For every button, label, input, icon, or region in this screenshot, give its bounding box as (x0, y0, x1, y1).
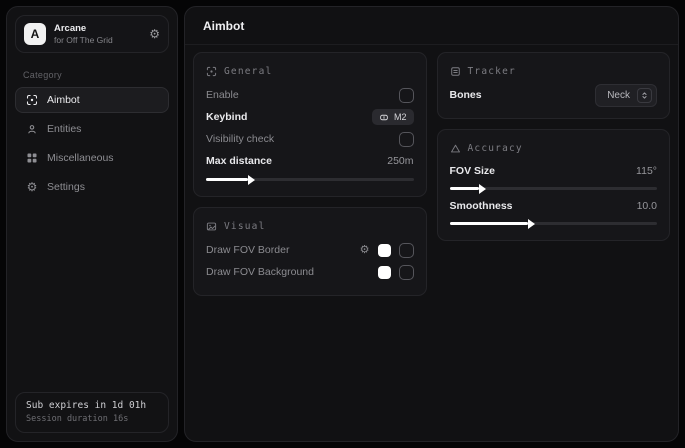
app-subtitle: for Off The Grid (54, 35, 113, 45)
keybind-label: Keybind (206, 111, 247, 123)
gear-icon: ⚙ (26, 181, 38, 193)
chevron-up-down-icon (637, 88, 652, 103)
app-title: Arcane (54, 23, 113, 34)
smoothness-label: Smoothness (450, 200, 513, 212)
smoothness-value: 10.0 (637, 200, 657, 212)
smoothness-slider[interactable] (450, 222, 658, 225)
max-distance-label: Max distance (206, 155, 272, 167)
subscription-status-box: Sub expires in 1d 01h Session duration 1… (15, 392, 169, 433)
accuracy-card-title: Accuracy (468, 143, 523, 154)
enable-checkbox[interactable] (399, 88, 414, 103)
list-box-icon (450, 66, 461, 77)
sidebar-nav: Aimbot Entities (7, 87, 177, 200)
sidebar: A Arcane for Off The Grid ⚙ Category Aim… (6, 6, 178, 442)
sidebar-item-label: Miscellaneous (47, 152, 114, 164)
sidebar-item-entities[interactable]: Entities (15, 116, 169, 142)
sub-expiry-text: Sub expires in 1d 01h (26, 400, 158, 411)
app-logo: A (24, 23, 46, 45)
bones-select[interactable]: Neck (595, 84, 657, 107)
person-scan-icon (26, 123, 38, 135)
general-card: General Enable Keybind (193, 52, 427, 197)
sidebar-item-label: Aimbot (47, 94, 80, 106)
crosshair-icon (206, 66, 217, 77)
enable-label: Enable (206, 89, 239, 101)
fov-size-row: FOV Size 115° (450, 161, 658, 181)
tracker-card-title: Tracker (468, 66, 516, 77)
fov-border-label: Draw FOV Border (206, 244, 289, 256)
smoothness-slider-fill (450, 222, 529, 225)
bones-label: Bones (450, 89, 482, 101)
tracker-card-header: Tracker (450, 62, 658, 80)
bones-row: Bones Neck (450, 84, 658, 106)
visibility-check-checkbox[interactable] (399, 132, 414, 147)
fov-background-checkbox[interactable] (399, 265, 414, 280)
fov-border-color-swatch[interactable] (378, 244, 391, 257)
max-distance-slider[interactable] (206, 178, 414, 181)
page-title: Aimbot (203, 19, 244, 33)
crosshair-icon (26, 94, 38, 106)
fov-border-row: Draw FOV Border ⚙ (206, 239, 414, 261)
main-header: Aimbot (185, 7, 678, 45)
tracker-card: Tracker Bones Neck (437, 52, 671, 119)
enable-row: Enable (206, 84, 414, 106)
fov-size-value: 115° (636, 165, 657, 177)
fov-background-row: Draw FOV Background (206, 261, 414, 283)
card-columns: General Enable Keybind (185, 45, 678, 303)
keybind-value: M2 (394, 112, 407, 122)
fov-border-checkbox[interactable] (399, 243, 414, 258)
app-header: A Arcane for Off The Grid ⚙ (15, 15, 169, 53)
bones-selected-value: Neck (607, 90, 630, 101)
general-card-header: General (206, 62, 414, 80)
keybind-badge[interactable]: M2 (372, 109, 414, 125)
fov-size-label: FOV Size (450, 165, 496, 177)
category-label: Category (23, 70, 161, 80)
max-distance-slider-fill (206, 178, 248, 181)
visual-card-header: Visual (206, 217, 414, 235)
image-icon (206, 221, 217, 232)
fov-background-label: Draw FOV Background (206, 266, 314, 278)
visual-card-title: Visual (224, 221, 266, 232)
session-duration-text: Session duration 16s (26, 414, 158, 424)
mouse-icon (379, 113, 389, 122)
main-panel: Aimbot General (184, 6, 679, 442)
fov-size-slider[interactable] (450, 187, 658, 190)
left-column: General Enable Keybind (193, 52, 427, 296)
sidebar-item-label: Entities (47, 123, 81, 135)
visibility-check-row: Visibility check (206, 128, 414, 150)
max-distance-value: 250m (387, 155, 413, 167)
visibility-check-label: Visibility check (206, 133, 274, 145)
sidebar-item-aimbot[interactable]: Aimbot (15, 87, 169, 113)
accuracy-card-header: Accuracy (450, 139, 658, 157)
smoothness-row: Smoothness 10.0 (450, 196, 658, 216)
grid-icon (26, 152, 38, 164)
app-titles: Arcane for Off The Grid (54, 23, 113, 45)
sidebar-item-settings[interactable]: ⚙ Settings (15, 174, 169, 200)
settings-gear-icon[interactable]: ⚙ (149, 28, 160, 40)
triangle-icon (450, 143, 461, 154)
keybind-row: Keybind M2 (206, 106, 414, 128)
fov-background-color-swatch[interactable] (378, 266, 391, 279)
general-card-title: General (224, 66, 272, 77)
fov-size-slider-fill (450, 187, 479, 190)
sidebar-item-miscellaneous[interactable]: Miscellaneous (15, 145, 169, 171)
fov-border-settings-icon[interactable]: ⚙ (360, 245, 370, 256)
accuracy-card: Accuracy FOV Size 115° Smoothness 10.0 (437, 129, 671, 241)
app-window: A Arcane for Off The Grid ⚙ Category Aim… (0, 0, 685, 448)
max-distance-row: Max distance 250m (206, 150, 414, 172)
right-column: Tracker Bones Neck (437, 52, 671, 241)
sidebar-item-label: Settings (47, 181, 85, 193)
visual-card: Visual Draw FOV Border ⚙ Draw FOV Backgr… (193, 207, 427, 296)
